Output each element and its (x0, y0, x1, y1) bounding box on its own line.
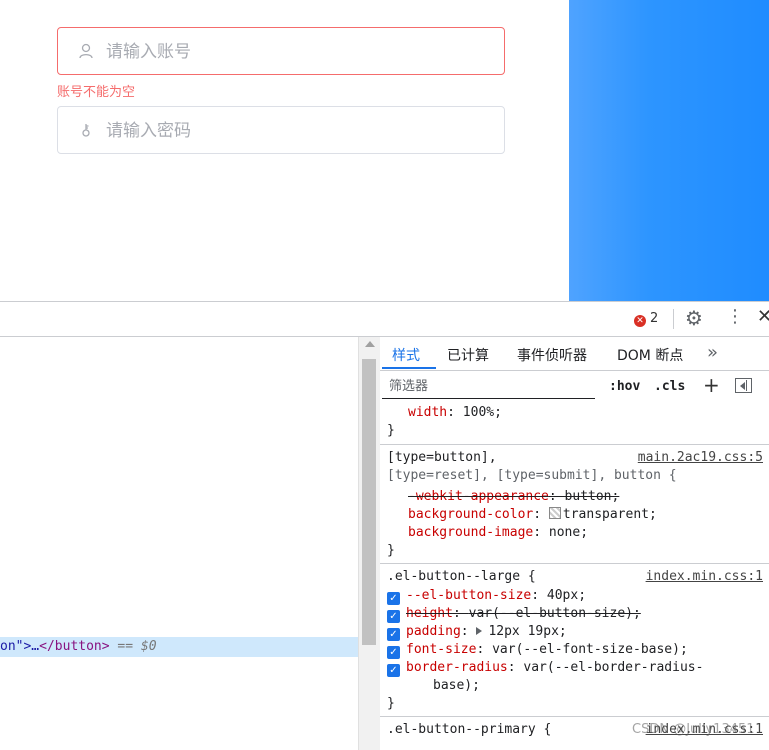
declaration[interactable]: ✓ border-radius: var(--el-border-radius- (387, 659, 703, 677)
style-rule: width: 100%; } (380, 404, 769, 445)
elements-scrollbar[interactable] (358, 337, 381, 750)
style-rule: .el-button--large { index.min.css:1 ✓ --e… (380, 564, 769, 717)
property-name: background-color (408, 507, 534, 522)
property-value: var(--el-button-size); (468, 606, 641, 621)
error-count-label: 2 (650, 311, 659, 326)
filter-field[interactable] (382, 374, 595, 399)
declaration[interactable]: ✓ padding: 12px 19px; (387, 623, 567, 641)
declaration-checkbox[interactable]: ✓ (387, 628, 400, 641)
declaration[interactable]: background-image: none; (408, 524, 588, 542)
devtools-panel: ✕ 2 ⚙ ⋮ ✕ on">…</button> == $0 样式 已计算 事件侦… (0, 301, 769, 750)
blue-side-panel (569, 0, 769, 301)
close-icon[interactable]: ✕ (757, 307, 769, 327)
rule-selector[interactable]: .el-button--large { (387, 568, 536, 586)
rule-selector[interactable]: [type=button], (387, 449, 497, 467)
property-value: var(--el-font-size-base); (492, 642, 688, 657)
devtools-toolbar: ✕ 2 ⚙ ⋮ ✕ (0, 302, 769, 337)
property-value: 40px; (546, 588, 587, 603)
toggle-sidebar-icon[interactable] (735, 378, 752, 393)
property-name: height (406, 606, 453, 621)
declaration-checkbox[interactable]: ✓ (387, 664, 400, 677)
tab-event-listeners[interactable]: 事件侦听器 (517, 345, 587, 365)
rule-selector-continued[interactable]: [type=reset], [type=submit], button { (387, 467, 677, 485)
rule-close-brace: } (387, 696, 395, 711)
tab-computed[interactable]: 已计算 (447, 345, 489, 365)
color-swatch-icon[interactable] (548, 507, 561, 519)
property-name: padding (406, 624, 461, 639)
rule-close-brace: } (387, 543, 395, 558)
password-field[interactable] (57, 106, 505, 154)
node-attr-tail: on">… (0, 639, 40, 654)
declaration[interactable]: -webkit-appearance: button; (408, 488, 619, 506)
rule-source-link[interactable]: main.2ac19.css:5 (638, 449, 763, 467)
error-counter[interactable]: ✕ 2 (634, 311, 658, 327)
account-error-message: 账号不能为空 (57, 85, 136, 100)
property-value: none; (548, 525, 589, 540)
user-icon (79, 43, 93, 59)
expand-shorthand-icon[interactable] (476, 627, 483, 635)
sidebar-tabs: 样式 已计算 事件侦听器 DOM 断点 » (380, 337, 769, 371)
property-name: background-image (408, 525, 534, 540)
property-value: transparent; (562, 507, 657, 522)
tab-styles[interactable]: 样式 (392, 345, 420, 365)
more-options-icon[interactable]: ⋮ (726, 307, 744, 327)
styles-filter-bar: :hov .cls + (380, 371, 769, 404)
more-tabs-icon[interactable]: » (707, 342, 718, 363)
property-name: --el-button-size (406, 588, 532, 603)
rule-selector[interactable]: .el-button--primary { (387, 721, 551, 739)
node-close-tag: </button> (39, 639, 110, 654)
hov-button[interactable]: :hov (609, 379, 640, 394)
declaration[interactable]: width: 100%; (408, 404, 502, 422)
property-name: border-radius (406, 660, 508, 675)
property-value: 100%; (462, 405, 502, 420)
gear-icon[interactable]: ⚙ (685, 308, 703, 328)
cls-button[interactable]: .cls (654, 379, 685, 394)
declaration-checkbox[interactable]: ✓ (387, 646, 400, 659)
declaration-checkbox[interactable]: ✓ (387, 592, 400, 605)
property-value: var(--el-border-radius- (523, 660, 704, 675)
rule-close-brace: } (387, 423, 395, 438)
style-rule: [type=button], main.2ac19.css:5 [type=re… (380, 445, 769, 564)
declaration[interactable]: ✓ height: var(--el-button-size); (387, 605, 641, 623)
password-input[interactable] (104, 115, 488, 147)
style-rules-list: width: 100%; } [type=button], main.2ac19… (380, 404, 769, 750)
error-icon: ✕ (634, 315, 646, 327)
scroll-thumb[interactable] (362, 359, 376, 645)
property-value: button; (564, 489, 620, 504)
account-field[interactable] (57, 27, 505, 75)
active-tab-indicator (382, 367, 436, 369)
rule-source-link[interactable]: index.min.css:1 (646, 568, 763, 586)
declaration[interactable]: background-color: transparent; (408, 506, 657, 524)
property-value: 12px 19px; (488, 624, 567, 639)
login-page: 账号不能为空 (0, 0, 769, 301)
watermark: CSDN @Jully13451 (632, 722, 755, 737)
declaration-checkbox[interactable]: ✓ (387, 610, 400, 623)
property-name: width (408, 405, 448, 420)
tab-dom-breakpoints[interactable]: DOM 断点 (617, 345, 683, 365)
property-name: -webkit-appearance (408, 489, 549, 504)
scroll-up-arrow-icon[interactable] (365, 341, 375, 347)
node-selected-marker: == $0 (117, 639, 157, 654)
elements-tree[interactable]: on">…</button> == $0 (0, 337, 358, 750)
declaration[interactable]: ✓ font-size: var(--el-font-size-base); (387, 641, 688, 659)
styles-sidebar: 样式 已计算 事件侦听器 DOM 断点 » :hov .cls + width:… (380, 337, 769, 750)
property-name: font-size (406, 642, 477, 657)
declaration[interactable]: ✓ --el-button-size: 40px; (387, 587, 586, 605)
account-input[interactable] (104, 36, 488, 68)
filter-input[interactable] (382, 374, 591, 398)
toolbar-divider (673, 309, 674, 329)
new-rule-button[interactable]: + (703, 373, 720, 397)
key-icon (82, 124, 90, 137)
property-value-continued: base); (433, 678, 480, 693)
selected-dom-node[interactable]: on">…</button> == $0 (0, 637, 358, 657)
